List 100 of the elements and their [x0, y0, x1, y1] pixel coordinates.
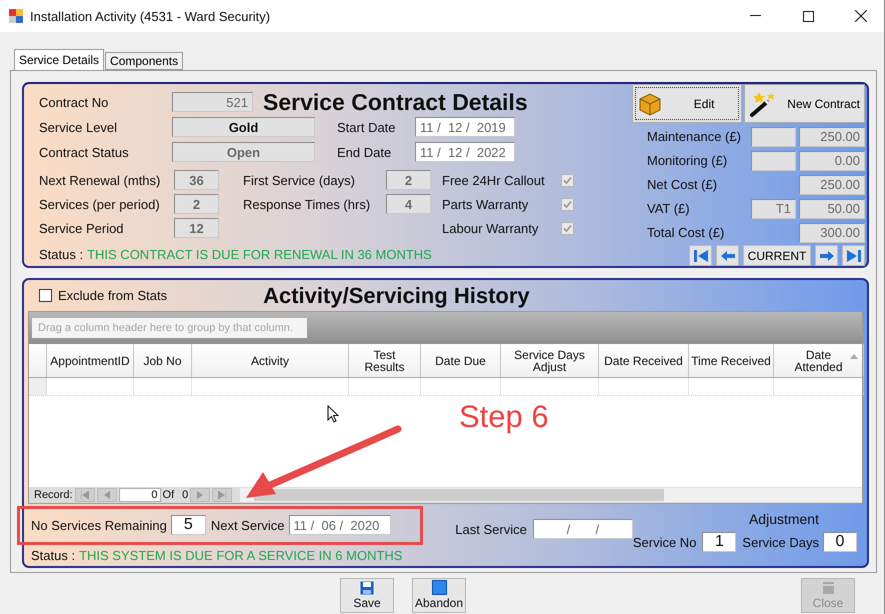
maximize-icon — [802, 10, 814, 22]
tab[interactable]: Components — [105, 52, 184, 70]
first-record-button[interactable] — [74, 488, 95, 502]
cost-label: Maintenance (£) — [647, 129, 742, 144]
last-record-button[interactable] — [212, 488, 232, 502]
amount-field[interactable]: 250.00 — [799, 174, 865, 194]
amount-field[interactable]: 250.00 — [799, 126, 865, 146]
previous-button[interactable] — [716, 245, 739, 266]
checkbox[interactable] — [561, 198, 574, 210]
panel-title: Service Contract Details — [263, 88, 528, 116]
checkbox[interactable] — [561, 174, 574, 186]
up-arrow-icon — [850, 354, 858, 359]
edit-button[interactable]: Edit — [632, 84, 742, 123]
field-label: Start Date — [337, 120, 397, 134]
column-header[interactable]: Job No — [134, 344, 192, 377]
field-label: Response Times (hrs) — [243, 196, 372, 212]
field-label: Service Level — [39, 120, 118, 134]
square-icon — [432, 580, 446, 594]
date-field[interactable]: / / — [532, 519, 633, 539]
right-arrow-icon — [818, 250, 834, 262]
first-record-icon — [692, 248, 708, 262]
panel-title: Activity/Servicing History — [263, 282, 530, 308]
amount-field[interactable]: 300.00 — [799, 222, 865, 242]
service-no-field[interactable]: 1 — [702, 532, 736, 552]
close-icon — [855, 10, 867, 22]
amount-field[interactable]: 50.00 — [799, 198, 865, 218]
tab[interactable]: Service Details — [14, 49, 104, 70]
field-label: Contract No — [39, 94, 110, 110]
left-triangle-icon — [104, 491, 110, 499]
option-label: Free 24Hr Callout — [442, 172, 546, 188]
record-field[interactable]: 0 — [118, 488, 161, 502]
abandon-button[interactable]: Abandon — [412, 578, 466, 612]
field-label: Services (per period) — [39, 196, 161, 212]
left-arrow-icon — [720, 250, 736, 262]
previous-record-button[interactable] — [96, 488, 117, 502]
record-count: 0 — [182, 489, 188, 501]
option-label: Labour Warranty — [442, 220, 540, 236]
save-button[interactable]: Save — [340, 578, 394, 612]
of-label: Of — [162, 489, 174, 501]
date-field[interactable]: 11 / 12 / 2022 — [415, 142, 515, 162]
checkbox-label: Exclude from Stats — [58, 288, 168, 303]
number-field[interactable]: 12 — [174, 218, 219, 238]
window-title: Installation Activity (4531 - Ward Security) — [30, 8, 272, 24]
cost-label: Total Cost (£) — [647, 225, 726, 240]
right-triangle-icon — [197, 491, 204, 499]
column-header[interactable]: Activity — [192, 344, 349, 377]
field-label: No Services Remaining — [31, 518, 167, 532]
first-record-icon — [80, 491, 89, 499]
box-icon — [637, 90, 663, 116]
code-field[interactable] — [751, 126, 796, 146]
mouse-cursor-icon — [328, 405, 339, 423]
cost-label: Net Cost (£) — [647, 177, 718, 192]
next-button[interactable] — [815, 245, 838, 266]
last-button[interactable] — [842, 245, 865, 266]
field-label: Service No — [632, 534, 696, 550]
last-record-icon — [846, 248, 862, 262]
current-button[interactable]: CURRENT — [743, 245, 811, 266]
field-label: End Date — [337, 144, 392, 160]
column-header[interactable]: Date Due — [421, 344, 501, 377]
last-record-icon — [218, 491, 226, 499]
number-field[interactable]: 2 — [386, 170, 431, 190]
app-icon — [9, 9, 23, 23]
number-field[interactable]: 2 — [174, 194, 219, 214]
field-label: Last Service — [455, 522, 527, 536]
number-field[interactable]: 36 — [174, 170, 219, 190]
remaining-field[interactable]: 5 — [170, 515, 206, 535]
field-label: Next Service — [210, 518, 285, 532]
date-field[interactable]: 11 / 12 / 2019 — [415, 117, 515, 137]
column-header[interactable]: AppointmentID — [47, 344, 134, 377]
contract-no-field[interactable]: 521 — [172, 92, 253, 112]
status-label: Status : — [31, 548, 76, 563]
code-field[interactable] — [751, 150, 796, 170]
close-door-icon — [820, 580, 836, 594]
field-label: Next Renewal (mths) — [39, 172, 162, 188]
first-button[interactable] — [689, 245, 712, 266]
cost-label: VAT (£) — [647, 201, 691, 216]
select-field[interactable]: Gold — [172, 117, 315, 137]
column-header[interactable]: Service Days Adjust — [501, 344, 599, 377]
cost-label: Monitoring (£) — [647, 153, 728, 168]
group-by-hint: Drag a column header here to group by that column. — [32, 318, 307, 338]
checkbox[interactable] — [561, 222, 574, 234]
amount-field[interactable]: 0.00 — [799, 150, 865, 170]
new-contract-button[interactable]: New Contract — [744, 84, 865, 123]
status-message: THIS CONTRACT IS DUE FOR RENEWAL IN 36 MONTHS — [87, 247, 432, 262]
next-record-button[interactable] — [190, 488, 210, 502]
field-label: Service Period — [39, 220, 125, 236]
horizontal-scrollbar[interactable] — [240, 488, 862, 502]
status-message: THIS SYSTEM IS DUE FOR A SERVICE IN 6 MONTHS — [79, 548, 402, 563]
number-field[interactable]: 4 — [386, 194, 431, 214]
column-header[interactable]: Time Received — [689, 344, 774, 377]
service-days-field[interactable]: 0 — [823, 532, 857, 552]
field-label: Service Days — [742, 534, 819, 550]
status-label: Status : — [39, 247, 84, 262]
column-header[interactable]: Date Received — [599, 344, 689, 377]
record-label: Record: — [34, 489, 73, 501]
minimize-icon — [750, 15, 760, 17]
checkbox[interactable] — [39, 289, 52, 302]
column-header[interactable]: Test Results — [349, 344, 421, 377]
code-field[interactable]: T1 — [751, 198, 796, 218]
date-field[interactable]: 11 / 06 / 2020 — [288, 515, 391, 535]
